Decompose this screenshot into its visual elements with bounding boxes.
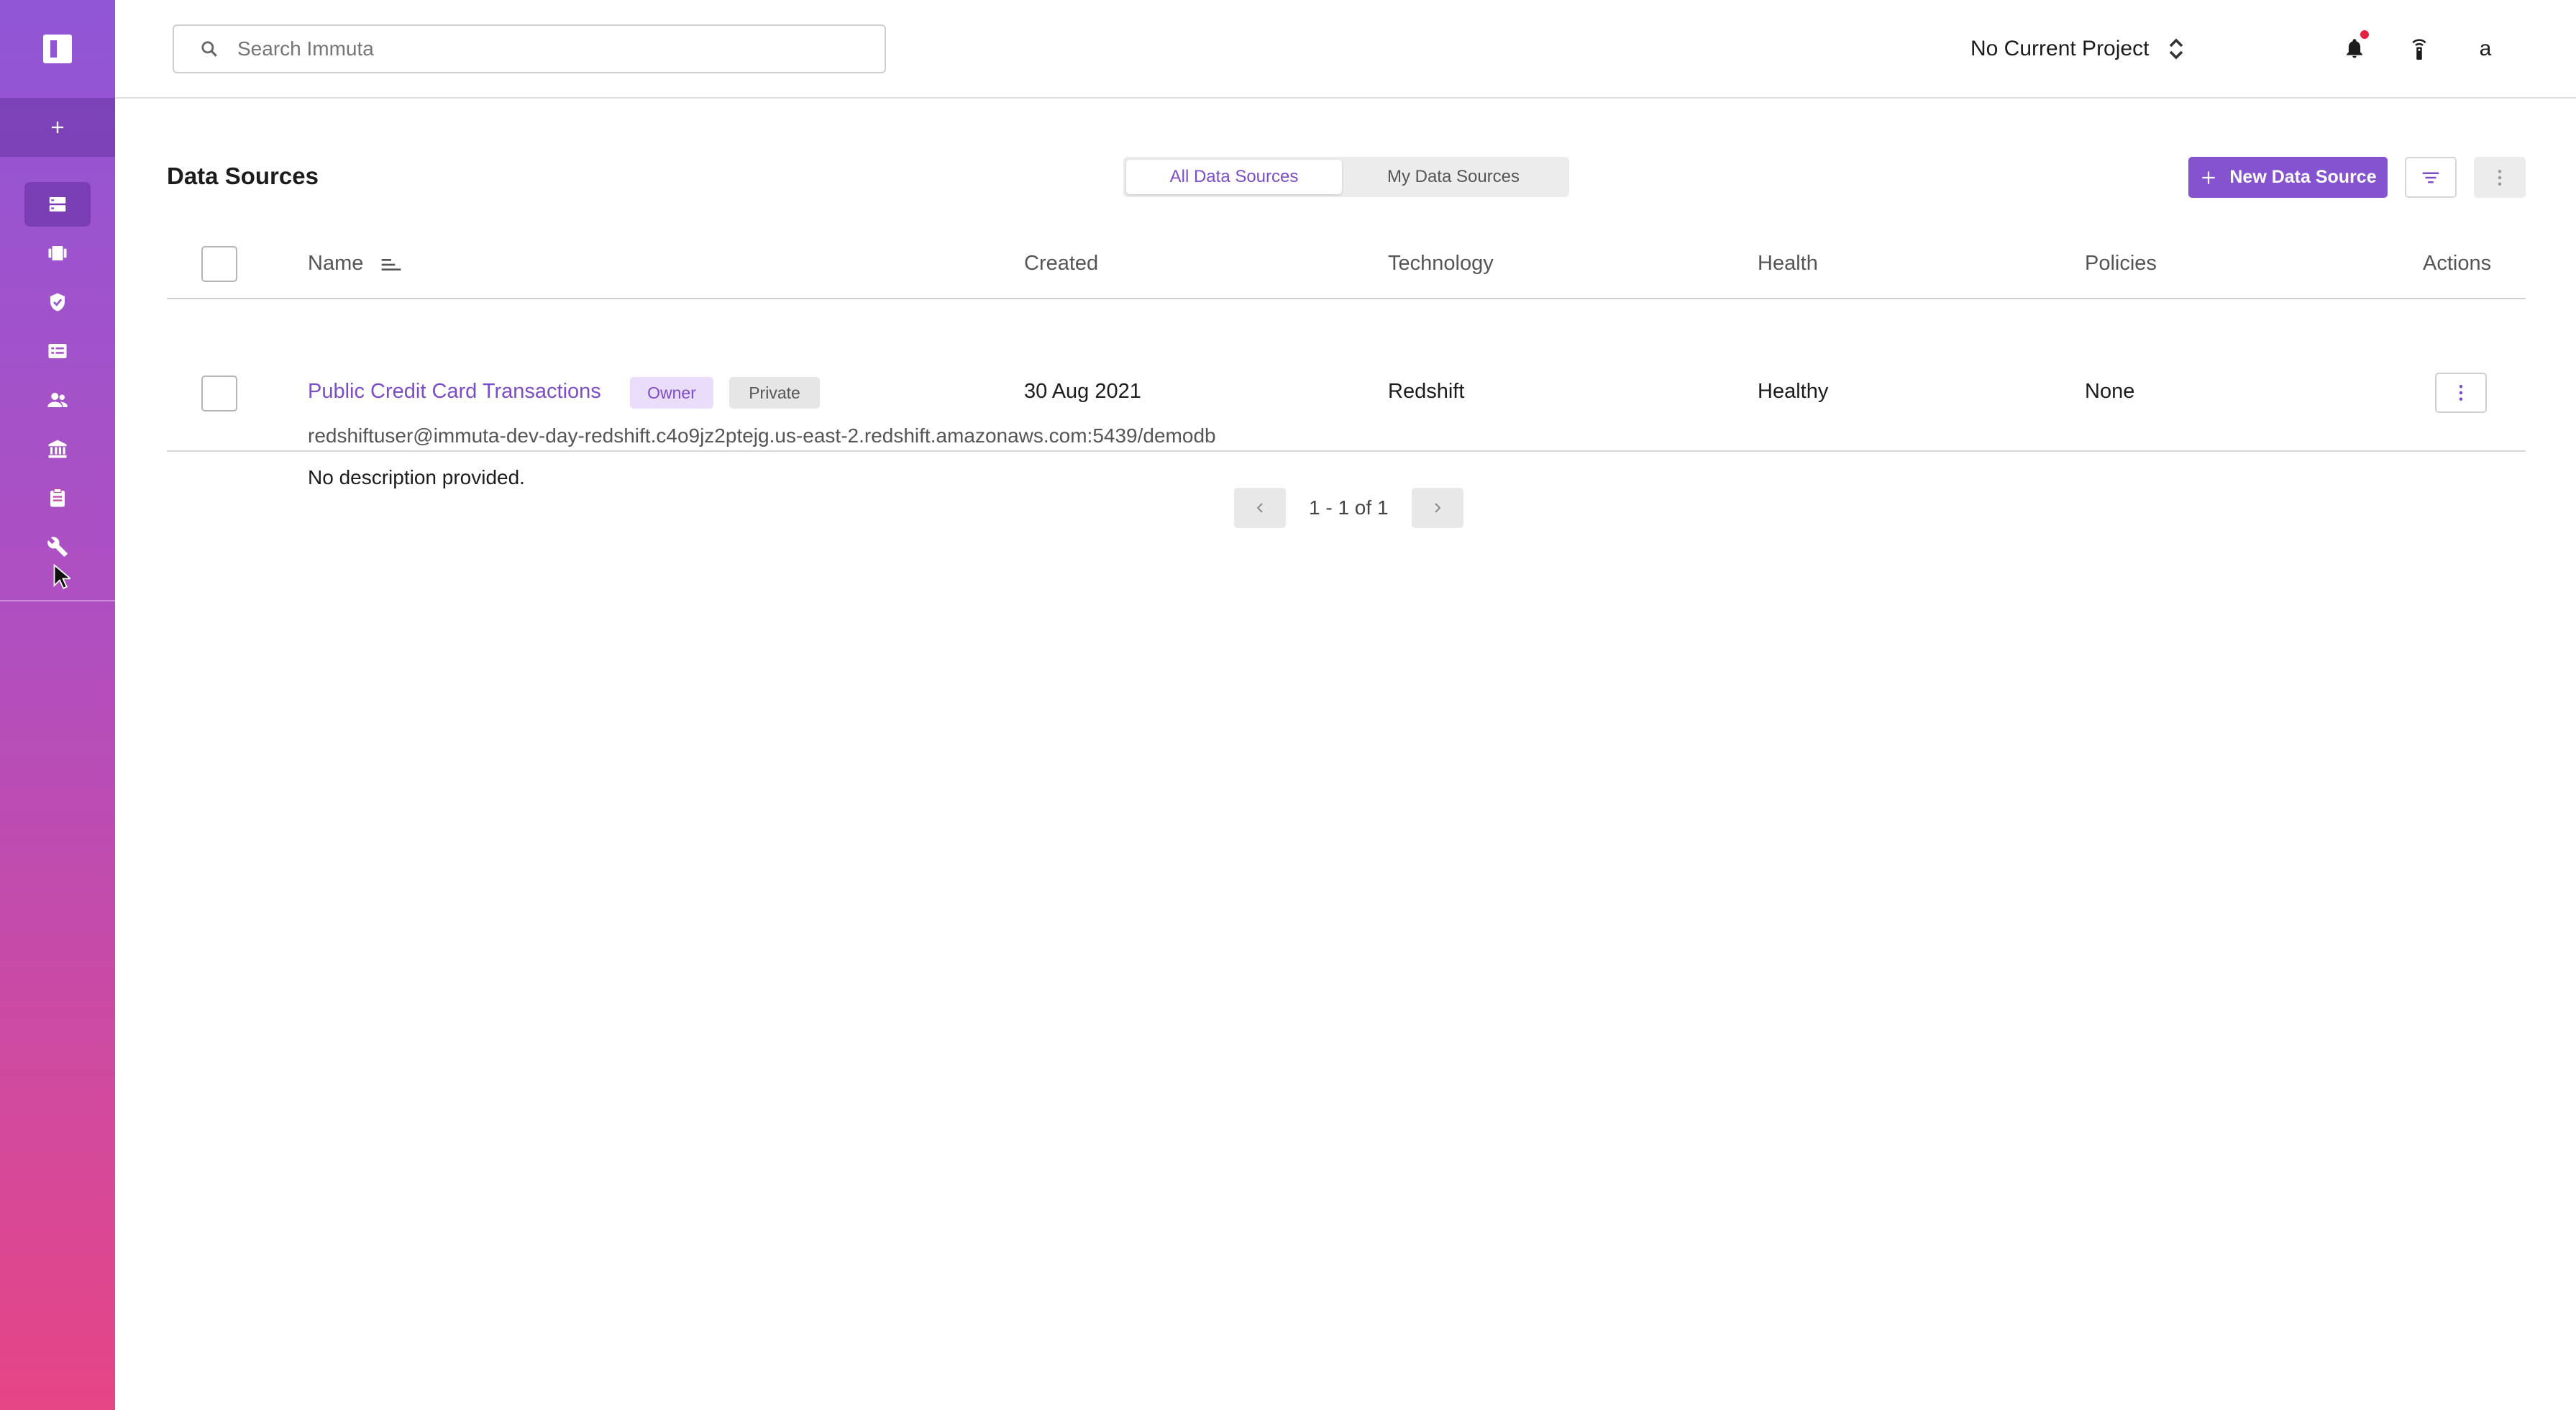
top-bar (115, 0, 2576, 99)
column-technology[interactable]: Technology (1388, 252, 1494, 276)
sidebar-item-people[interactable] (0, 376, 115, 424)
data-source-description: No description provided. (308, 466, 525, 488)
sidebar-item-governance-institution[interactable] (0, 424, 115, 473)
list-icon (48, 344, 67, 358)
column-created[interactable]: Created (1024, 252, 1098, 276)
remote-icon (2412, 39, 2426, 60)
row-actions-button[interactable] (2435, 373, 2487, 413)
sidebar-item-data-sources[interactable] (0, 180, 115, 229)
private-badge: Private (729, 377, 820, 409)
sidebar-item-audit[interactable] (0, 473, 115, 522)
column-actions: Actions (2423, 252, 2492, 275)
column-health[interactable]: Health (1758, 252, 1818, 276)
column-policies[interactable]: Policies (2085, 252, 2157, 276)
table-row: Public Credit Card Transactions Owner Pr… (167, 299, 2526, 488)
institution-icon (48, 440, 67, 458)
health-status: Healthy (1758, 380, 1829, 403)
sidebar-nav (0, 180, 115, 571)
bell-icon (2347, 39, 2362, 58)
project-selector[interactable]: No Current Project (1970, 29, 2185, 69)
created-date: 30 Aug 2021 (1024, 380, 1141, 403)
tab-all-data-sources[interactable]: All Data Sources (1126, 160, 1342, 194)
policies-value: None (2085, 380, 2135, 403)
sort-icon[interactable] (380, 255, 403, 275)
technology-value: Redshift (1388, 380, 1465, 403)
select-all-checkbox[interactable] (201, 246, 237, 282)
wrench-icon (47, 537, 68, 557)
pagination: 1 - 1 of 1 (1234, 488, 1463, 528)
project-label: No Current Project (1970, 37, 2150, 60)
remote-button[interactable] (2401, 30, 2438, 68)
notifications-button[interactable] (2336, 30, 2373, 68)
owner-badge: Owner (630, 377, 713, 409)
filter-button[interactable] (2405, 157, 2457, 198)
sidebar-divider (0, 600, 115, 601)
notification-dot (2360, 30, 2369, 39)
logo-icon (43, 35, 72, 63)
filter-icon (2422, 172, 2439, 183)
connection-string: redshiftuser@immuta-dev-day-redshift.c4o… (308, 424, 1216, 447)
search-box[interactable] (173, 24, 886, 73)
data-sources-table: Name Created Technology Health Policies … (167, 237, 2526, 488)
plus-icon (2202, 170, 2216, 184)
search-input[interactable] (237, 37, 856, 60)
sidebar-item-governance[interactable] (0, 327, 115, 376)
mouse-cursor-icon (53, 564, 70, 589)
tab-my-data-sources[interactable]: My Data Sources (1342, 160, 1565, 194)
more-vert-icon (2459, 385, 2463, 401)
sidebar (0, 0, 115, 1410)
row-checkbox[interactable] (201, 376, 237, 411)
more-vert-icon (2498, 169, 2502, 186)
new-data-source-label: New Data Source (2229, 167, 2377, 187)
data-source-name-link[interactable]: Public Credit Card Transactions (308, 380, 601, 404)
chevron-right-icon (1434, 503, 1440, 513)
search-icon (201, 41, 217, 57)
more-options-button[interactable] (2474, 157, 2526, 198)
column-name[interactable]: Name (308, 252, 363, 276)
shield-check-icon (50, 293, 65, 311)
pagination-range: 1 - 1 of 1 (1309, 496, 1389, 519)
next-page-button[interactable] (1411, 488, 1463, 528)
previous-page-button[interactable] (1234, 488, 1286, 528)
unfold-icon (2170, 38, 2183, 60)
sidebar-item-policies[interactable] (0, 278, 115, 327)
user-avatar[interactable]: a (2467, 30, 2504, 68)
page-title: Data Sources (167, 163, 319, 189)
people-icon (47, 393, 68, 407)
data-source-tabs: All Data Sources My Data Sources (1123, 157, 1569, 197)
data-sources-icon (49, 197, 66, 212)
chevron-left-icon (1256, 503, 1263, 513)
projects-icon (48, 246, 67, 260)
immuta-logo[interactable] (0, 0, 115, 98)
table-header: Name Created Technology Health Policies … (167, 237, 2526, 299)
plus-icon (51, 121, 64, 134)
add-button[interactable] (0, 98, 115, 157)
new-data-source-button[interactable]: New Data Source (2188, 157, 2388, 198)
sidebar-item-projects[interactable] (0, 229, 115, 278)
clipboard-icon (50, 488, 65, 507)
